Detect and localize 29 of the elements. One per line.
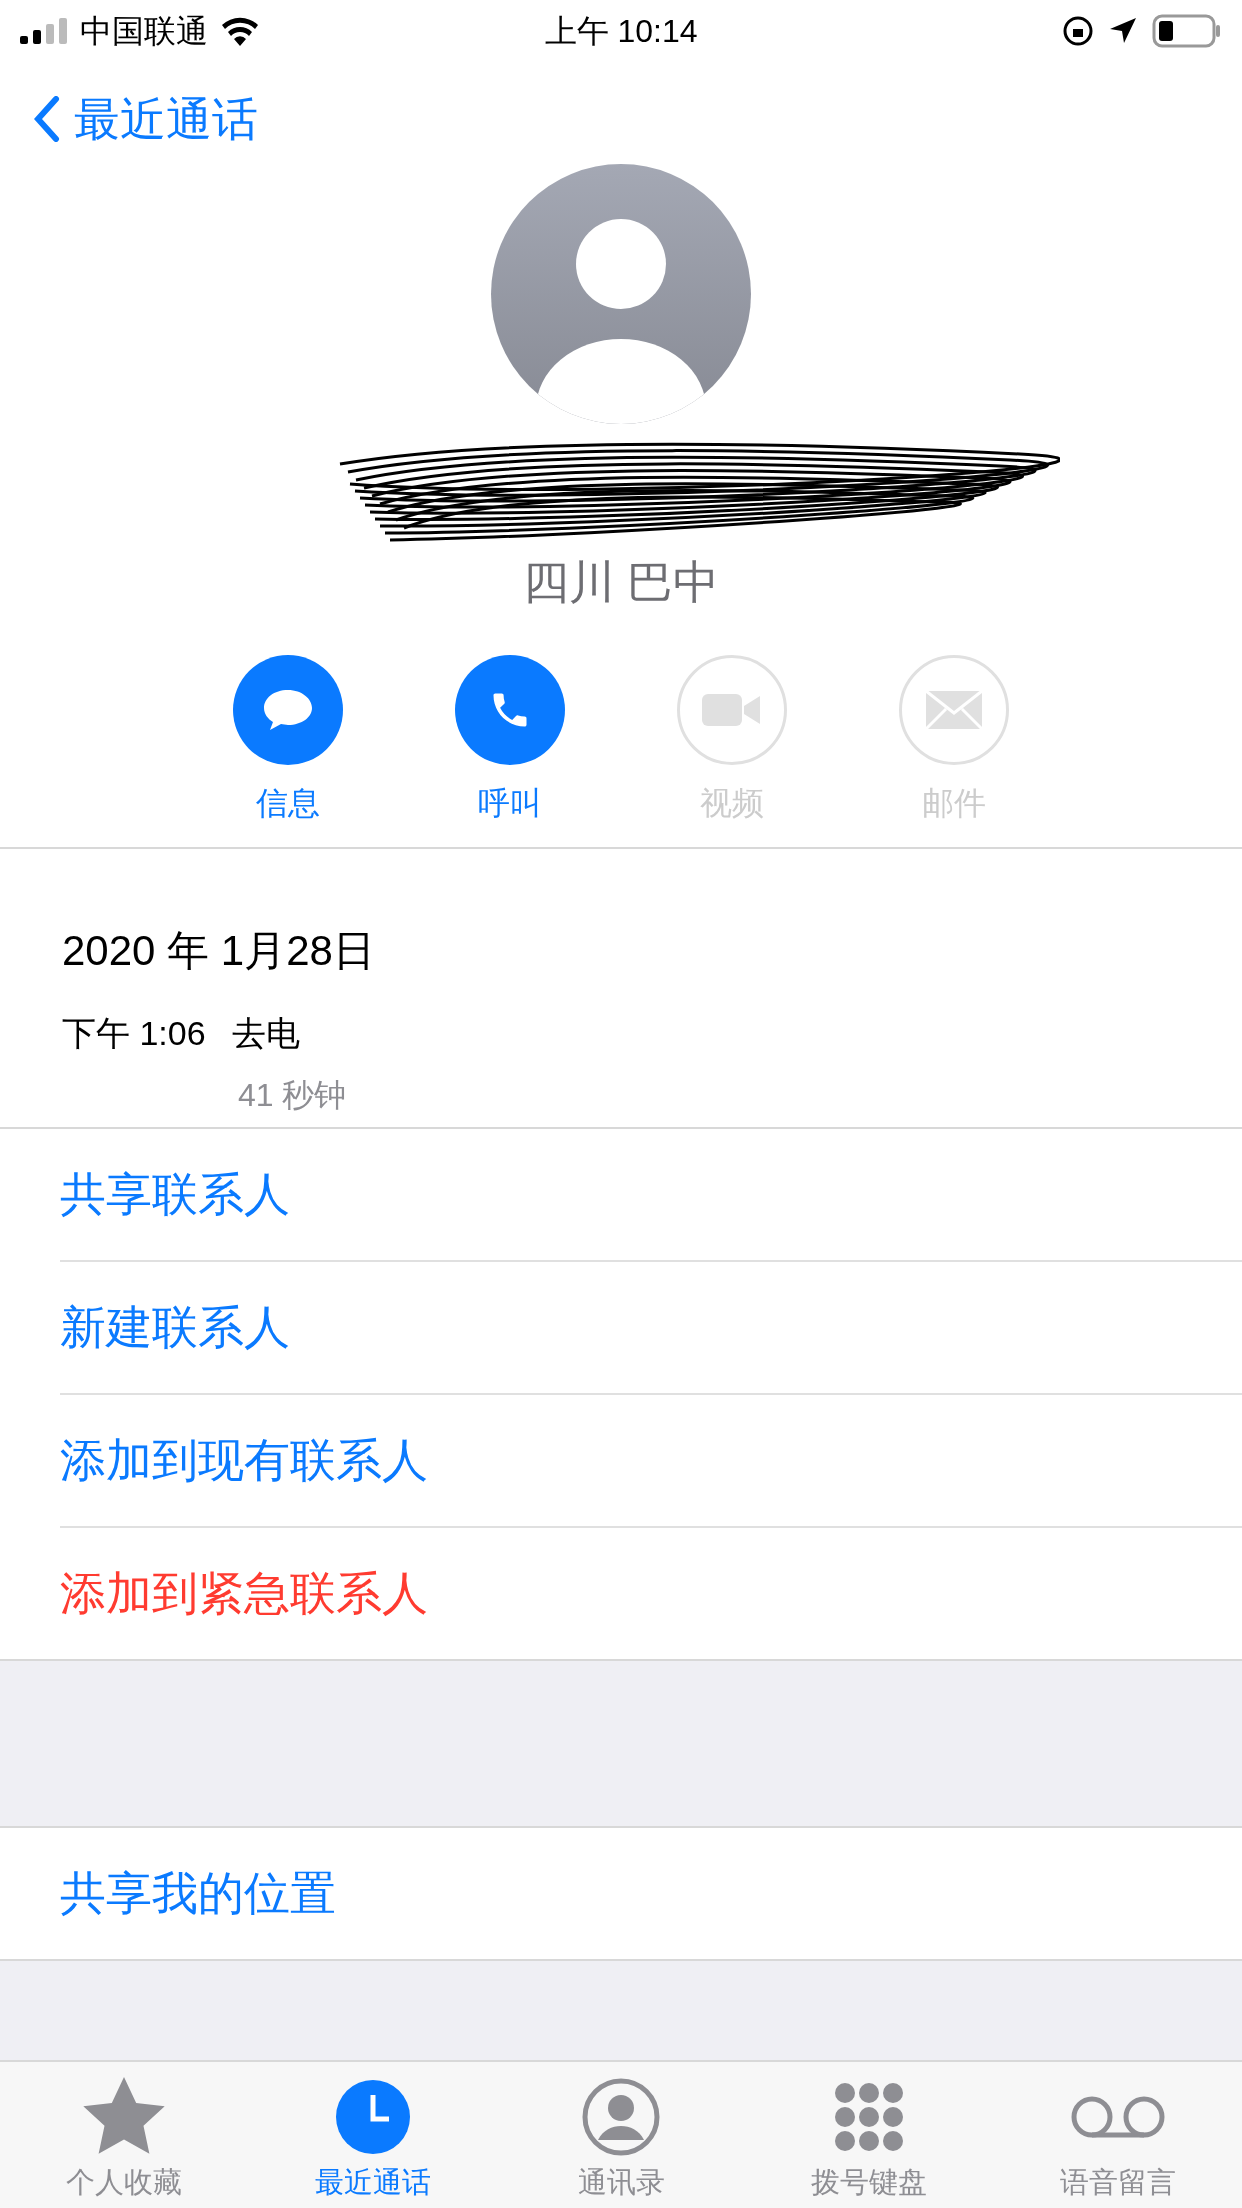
- chevron-left-icon: [34, 96, 60, 142]
- clock-time: 上午 10:14: [544, 12, 698, 51]
- speech-bubble-icon: [262, 688, 314, 732]
- clock-icon: [334, 2078, 411, 2155]
- envelope-icon: [924, 689, 984, 731]
- avatar-placeholder-icon: [491, 164, 751, 424]
- tab-item[interactable]: 拨号键盘: [745, 2062, 994, 2208]
- menu-item[interactable]: 添加到现有联系人: [60, 1395, 428, 1526]
- call-duration: 41 秒钟: [238, 1076, 348, 1115]
- rotation-lock-icon: [1062, 15, 1094, 47]
- wifi-icon: [220, 16, 260, 46]
- tab-item[interactable]: 个人收藏: [0, 2062, 249, 2208]
- call-date: 2020 年 1月28日: [62, 926, 376, 976]
- menu-item[interactable]: 共享联系人: [60, 1129, 290, 1260]
- menu-item[interactable]: 添加到紧急联系人: [60, 1528, 428, 1659]
- tab-item[interactable]: 语音留言: [993, 2062, 1242, 2208]
- tab-item[interactable]: 通讯录: [496, 2062, 746, 2208]
- call-type: 去电: [231, 1013, 300, 1054]
- signal-icon: [20, 18, 68, 44]
- battery-icon: [1152, 14, 1222, 48]
- share-location-button[interactable]: 共享我的位置: [60, 1828, 336, 1959]
- tab-item[interactable]: 最近通话: [248, 2062, 497, 2208]
- call-time: 下午 1:06: [62, 1013, 206, 1054]
- carrier-name: 中国联通: [80, 12, 208, 51]
- location-label: 四川 巴中: [522, 555, 720, 610]
- keypad-icon: [833, 2080, 906, 2153]
- back-button[interactable]: 最近通话: [34, 84, 258, 154]
- person-circle-icon: [582, 2077, 660, 2156]
- menu-item[interactable]: 新建联系人: [60, 1262, 290, 1393]
